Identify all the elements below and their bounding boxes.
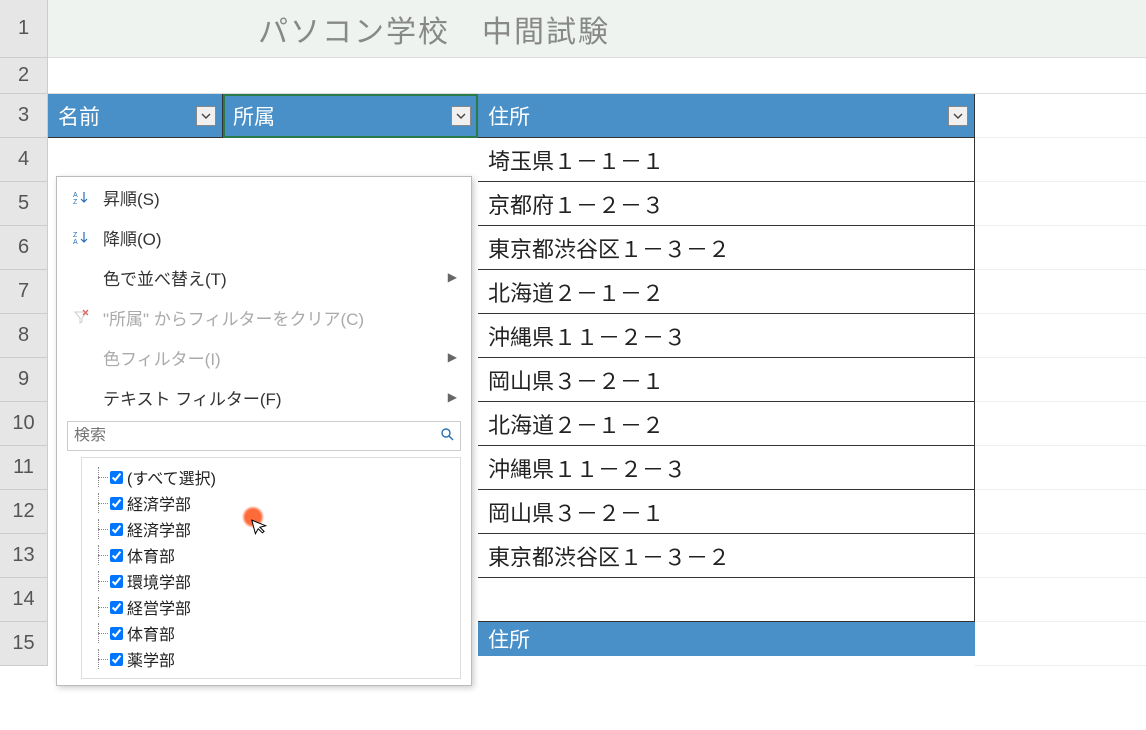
column-header-addr[interactable]: 住所: [478, 94, 975, 138]
filter-value-label: 薬学部: [127, 647, 175, 671]
search-icon: [440, 426, 454, 446]
row-header[interactable]: 3: [0, 94, 48, 138]
column-label: 名前: [58, 101, 100, 131]
addr-cell[interactable]: 北海道２－１－２: [478, 402, 975, 446]
menu-label: "所属" からフィルターをクリア(C): [103, 305, 364, 330]
filter-value-item[interactable]: 経営学部: [90, 594, 452, 620]
filter-value-item[interactable]: 体育部: [90, 620, 452, 646]
svg-text:A: A: [73, 239, 78, 245]
color-filter: 色フィルター(I) ▶: [57, 337, 471, 377]
row-header[interactable]: 13: [0, 534, 48, 578]
filter-checkbox[interactable]: [110, 575, 123, 588]
addr-cell[interactable]: 北海道２－１－２: [478, 270, 975, 314]
addr-cell[interactable]: 沖縄県１１－２－３: [478, 446, 975, 490]
svg-text:A: A: [73, 192, 78, 199]
title-cell: パソコン学校 中間試験: [48, 0, 1146, 58]
clear-filter-icon: [69, 309, 93, 325]
svg-text:Z: Z: [73, 199, 78, 205]
row-header[interactable]: 11: [0, 446, 48, 490]
filter-search[interactable]: [67, 421, 461, 451]
empty-cell: [975, 94, 1146, 138]
row-header[interactable]: 8: [0, 314, 48, 358]
empty-data-cell[interactable]: [478, 578, 975, 622]
filter-checkbox[interactable]: [110, 627, 123, 640]
submenu-arrow-icon: ▶: [448, 390, 457, 404]
row-header[interactable]: 10: [0, 402, 48, 446]
column-label: 所属: [233, 101, 275, 131]
filter-value-item[interactable]: 薬学部: [90, 646, 452, 672]
sort-descending[interactable]: ZA 降順(O): [57, 217, 471, 257]
autofilter-menu: AZ 昇順(S) ZA 降順(O) 色で並べ替え(T) ▶ "所属" からフィル…: [56, 176, 472, 686]
filter-value-label: 経営学部: [127, 595, 191, 619]
row-header[interactable]: 14: [0, 578, 48, 622]
column-header-dept[interactable]: 所属: [223, 94, 478, 138]
text-filter[interactable]: テキスト フィルター(F) ▶: [57, 377, 471, 417]
filter-dropdown-button[interactable]: [948, 106, 968, 126]
column-header-name[interactable]: 名前: [48, 94, 223, 138]
filter-checkbox[interactable]: [110, 549, 123, 562]
menu-label: 色で並べ替え(T): [103, 265, 227, 290]
blank-row: [48, 58, 1146, 94]
menu-label: テキスト フィルター(F): [103, 385, 282, 410]
addr-cell[interactable]: 岡山県３－２－１: [478, 490, 975, 534]
chevron-down-icon: [456, 111, 466, 121]
addr-cell[interactable]: 岡山県３－２－１: [478, 358, 975, 402]
submenu-arrow-icon: ▶: [448, 270, 457, 284]
filter-value-label: 環境学部: [127, 569, 191, 593]
addr-cell[interactable]: 東京都渋谷区１－３－２: [478, 226, 975, 270]
filter-value-item[interactable]: 環境学部: [90, 568, 452, 594]
filter-checkbox[interactable]: [110, 471, 123, 484]
sort-ascending[interactable]: AZ 昇順(S): [57, 177, 471, 217]
clear-filter: "所属" からフィルターをクリア(C): [57, 297, 471, 337]
row-header[interactable]: 9: [0, 358, 48, 402]
filter-value-item[interactable]: (すべて選択): [90, 464, 452, 490]
row-header[interactable]: 15: [0, 622, 48, 666]
sort-desc-icon: ZA: [69, 229, 93, 245]
submenu-arrow-icon: ▶: [448, 350, 457, 364]
filter-values-list: (すべて選択) 経済学部 経済学部 体育部 環境学部 経営学部 体育部 薬学部: [81, 457, 461, 679]
chevron-down-icon: [953, 111, 963, 121]
filter-dropdown-button[interactable]: [196, 106, 216, 126]
row-header[interactable]: 7: [0, 270, 48, 314]
menu-label: 昇順(S): [103, 185, 160, 210]
filter-value-item[interactable]: 経済学部: [90, 490, 452, 516]
menu-label: 色フィルター(I): [103, 345, 221, 370]
filter-value-label: 経済学部: [127, 491, 191, 515]
filter-value-label: (すべて選択): [127, 465, 216, 489]
addr-cell[interactable]: 埼玉県１－１－１: [478, 138, 975, 182]
addr-cell[interactable]: 東京都渋谷区１－３－２: [478, 534, 975, 578]
sort-by-color[interactable]: 色で並べ替え(T) ▶: [57, 257, 471, 297]
chevron-down-icon: [201, 111, 211, 121]
row-header[interactable]: 12: [0, 490, 48, 534]
filter-search-input[interactable]: [74, 427, 440, 445]
column-header-addr-repeat[interactable]: 住所: [478, 622, 975, 656]
row-header[interactable]: 1: [0, 0, 48, 58]
svg-text:Z: Z: [73, 232, 78, 239]
filter-checkbox[interactable]: [110, 601, 123, 614]
sort-asc-icon: AZ: [69, 189, 93, 205]
filter-value-label: 体育部: [127, 621, 175, 645]
menu-label: 降順(O): [103, 225, 162, 250]
filter-dropdown-button[interactable]: [451, 106, 471, 126]
filter-value-item[interactable]: 体育部: [90, 542, 452, 568]
row-header[interactable]: 4: [0, 138, 48, 182]
addr-cell[interactable]: 京都府１－２－３: [478, 182, 975, 226]
addr-cell[interactable]: 沖縄県１１－２－３: [478, 314, 975, 358]
row-header[interactable]: 2: [0, 58, 48, 94]
filter-checkbox[interactable]: [110, 523, 123, 536]
filter-value-label: 体育部: [127, 543, 175, 567]
filter-checkbox[interactable]: [110, 653, 123, 666]
filter-value-label: 経済学部: [127, 517, 191, 541]
row-header[interactable]: 5: [0, 182, 48, 226]
row-header[interactable]: 6: [0, 226, 48, 270]
filter-checkbox[interactable]: [110, 497, 123, 510]
column-label: 住所: [488, 101, 530, 131]
filter-value-item[interactable]: 経済学部: [90, 516, 452, 542]
